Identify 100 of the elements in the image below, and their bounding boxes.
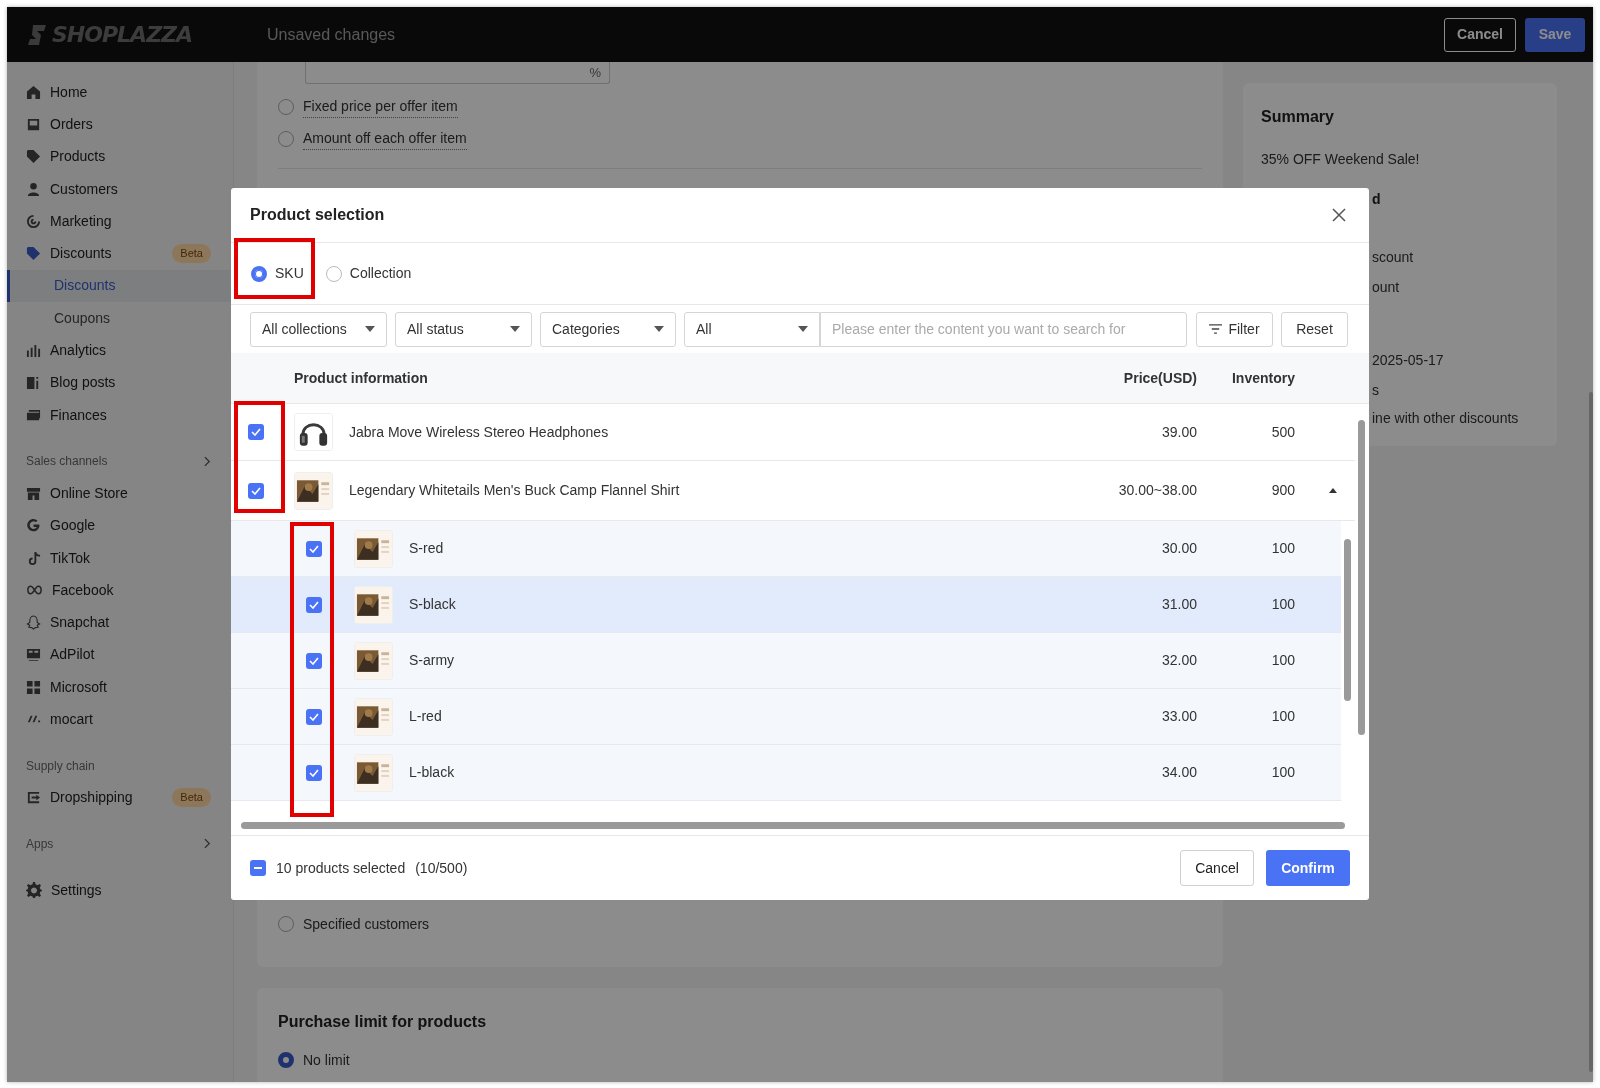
variant-name: S-red xyxy=(409,539,445,558)
sidebar-item[interactable]: Facebook xyxy=(7,574,233,607)
radio-button[interactable] xyxy=(278,131,294,147)
filter-button[interactable]: Filter xyxy=(1196,311,1273,347)
option-label: Fixed price per offer item xyxy=(303,96,458,118)
variant-name: S-army xyxy=(409,651,456,670)
summary-text: ount xyxy=(1371,278,1401,297)
inventory-cell-text: 100 xyxy=(1270,763,1295,782)
section-heading: Apps xyxy=(26,835,54,853)
sidebar-item[interactable]: Dropshipping Beta xyxy=(7,781,233,814)
check-icon xyxy=(309,600,319,609)
selection-ratio: (10/500) xyxy=(415,858,468,878)
chevron-right-icon[interactable] xyxy=(204,455,211,467)
inventory-cell-text: 100 xyxy=(1270,651,1295,670)
filter-dropdown[interactable]: Categories xyxy=(540,311,676,347)
target-icon xyxy=(26,213,41,229)
sidebar-item[interactable]: TikTok xyxy=(7,541,233,575)
caret-down-icon xyxy=(510,326,520,332)
sidebar-item[interactable]: Google xyxy=(7,509,233,542)
sidebar-item[interactable]: Analytics xyxy=(7,334,233,367)
box-arrow-icon xyxy=(26,790,41,806)
grid-icon xyxy=(26,679,41,695)
summary-heading: d xyxy=(1371,190,1382,209)
summary-text: 35% OFF Weekend Sale! xyxy=(1261,150,1421,169)
beta-badge: Beta xyxy=(172,788,211,808)
caret-down-icon xyxy=(798,326,808,332)
sidebar-item[interactable]: Customers xyxy=(7,172,233,206)
sidebar-item[interactable]: Settings xyxy=(7,873,233,907)
filter-dropdown[interactable]: All xyxy=(684,311,820,347)
variant-name: L-black xyxy=(409,763,456,782)
percent-field[interactable]: % xyxy=(305,62,610,84)
variant-row[interactable]: L-black 34.00 100 xyxy=(231,745,1341,801)
scrollbar-thumb[interactable] xyxy=(1589,392,1593,1072)
radio-button[interactable] xyxy=(278,916,294,932)
collapse-caret-icon[interactable] xyxy=(1329,488,1337,493)
check-icon xyxy=(251,428,261,436)
check-icon xyxy=(309,544,319,553)
variant-row[interactable]: S-army 32.00 100 xyxy=(231,633,1341,689)
sidebar-item[interactable]: Orders xyxy=(7,108,233,141)
filter-dropdown[interactable]: All collections xyxy=(250,311,387,347)
reset-button[interactable]: Reset xyxy=(1281,311,1348,347)
page-status: Unsaved changes xyxy=(267,24,396,45)
price-cell-text: 30.00~38.00 xyxy=(1117,481,1197,500)
cancel-button[interactable]: Cancel xyxy=(1180,850,1254,886)
sidebar-item[interactable]: mocart xyxy=(7,703,233,736)
sidebar-item[interactable]: Snapchat xyxy=(7,606,233,639)
variant-row[interactable]: S-red 30.00 100 xyxy=(231,521,1341,577)
beta-badge: Beta xyxy=(172,244,211,264)
summary-text: 2025-05-17 xyxy=(1371,351,1445,370)
inventory-cell-text: 100 xyxy=(1270,595,1295,614)
checkbox[interactable] xyxy=(306,764,322,781)
variant-row[interactable]: S-black 31.00 100 xyxy=(231,577,1341,633)
sidebar-item[interactable]: Finances xyxy=(7,398,233,432)
inventory-cell-text: 100 xyxy=(1270,539,1295,558)
option-label: No limit xyxy=(303,1050,350,1070)
tray-icon xyxy=(26,116,41,132)
mode-radio[interactable]: SKU xyxy=(251,263,304,284)
price-cell-text: 31.00 xyxy=(1160,595,1197,614)
selection-count: 10 products selected xyxy=(276,858,406,878)
sidebar-item[interactable]: Discounts Beta xyxy=(7,237,233,270)
confirm-button[interactable]: Confirm xyxy=(1266,850,1350,886)
close-icon[interactable] xyxy=(1332,208,1346,222)
summary-text: ine with other discounts xyxy=(1371,409,1520,428)
variant-name: L-red xyxy=(409,707,443,726)
radio-button[interactable] xyxy=(278,1052,294,1068)
price-cell-text: 30.00 xyxy=(1160,539,1197,558)
sidebar-item[interactable]: Microsoft xyxy=(7,671,233,704)
infinity-icon xyxy=(26,584,43,597)
search-field[interactable]: Please enter the content you want to search for xyxy=(820,311,1187,347)
sidebar-item[interactable]: Home xyxy=(7,76,233,109)
inventory-cell-text: 900 xyxy=(1270,481,1295,500)
radio-button[interactable] xyxy=(278,99,294,115)
checkbox[interactable] xyxy=(306,540,322,557)
home-icon xyxy=(26,84,41,100)
summary-text: s xyxy=(1371,381,1380,400)
sidebar-item[interactable]: Products xyxy=(7,140,233,173)
store-icon xyxy=(26,485,41,501)
checkbox[interactable] xyxy=(248,424,264,440)
mode-radio[interactable]: Collection xyxy=(325,263,412,284)
bar-chart-icon xyxy=(26,343,41,358)
price-cell-text: 32.00 xyxy=(1160,651,1197,670)
checkbox[interactable] xyxy=(248,482,264,499)
sidebar-item[interactable]: Blog posts xyxy=(7,366,233,399)
checkbox[interactable] xyxy=(306,596,322,613)
settings-icon xyxy=(26,882,42,899)
sidebar-item[interactable]: Marketing xyxy=(7,205,233,238)
chevron-right-icon[interactable] xyxy=(204,838,211,850)
save-button[interactable]: Save xyxy=(1525,17,1585,52)
select-all-checkbox[interactable] xyxy=(250,860,266,876)
option-label: Specified customers xyxy=(303,914,430,934)
variant-row[interactable]: L-red 33.00 100 xyxy=(231,689,1341,745)
checkbox[interactable] xyxy=(306,708,322,725)
product-name: Jabra Move Wireless Stereo Headphones xyxy=(349,422,610,442)
sidebar-subitem[interactable]: Discounts xyxy=(7,269,233,303)
checkbox[interactable] xyxy=(306,652,322,669)
filter-dropdown[interactable]: All status xyxy=(395,311,532,347)
variant-name: S-black xyxy=(409,595,457,614)
sidebar-item[interactable]: Online Store xyxy=(7,477,233,510)
sidebar-item[interactable]: AdPilot xyxy=(7,638,233,672)
cancel-button[interactable]: Cancel xyxy=(1444,17,1516,52)
